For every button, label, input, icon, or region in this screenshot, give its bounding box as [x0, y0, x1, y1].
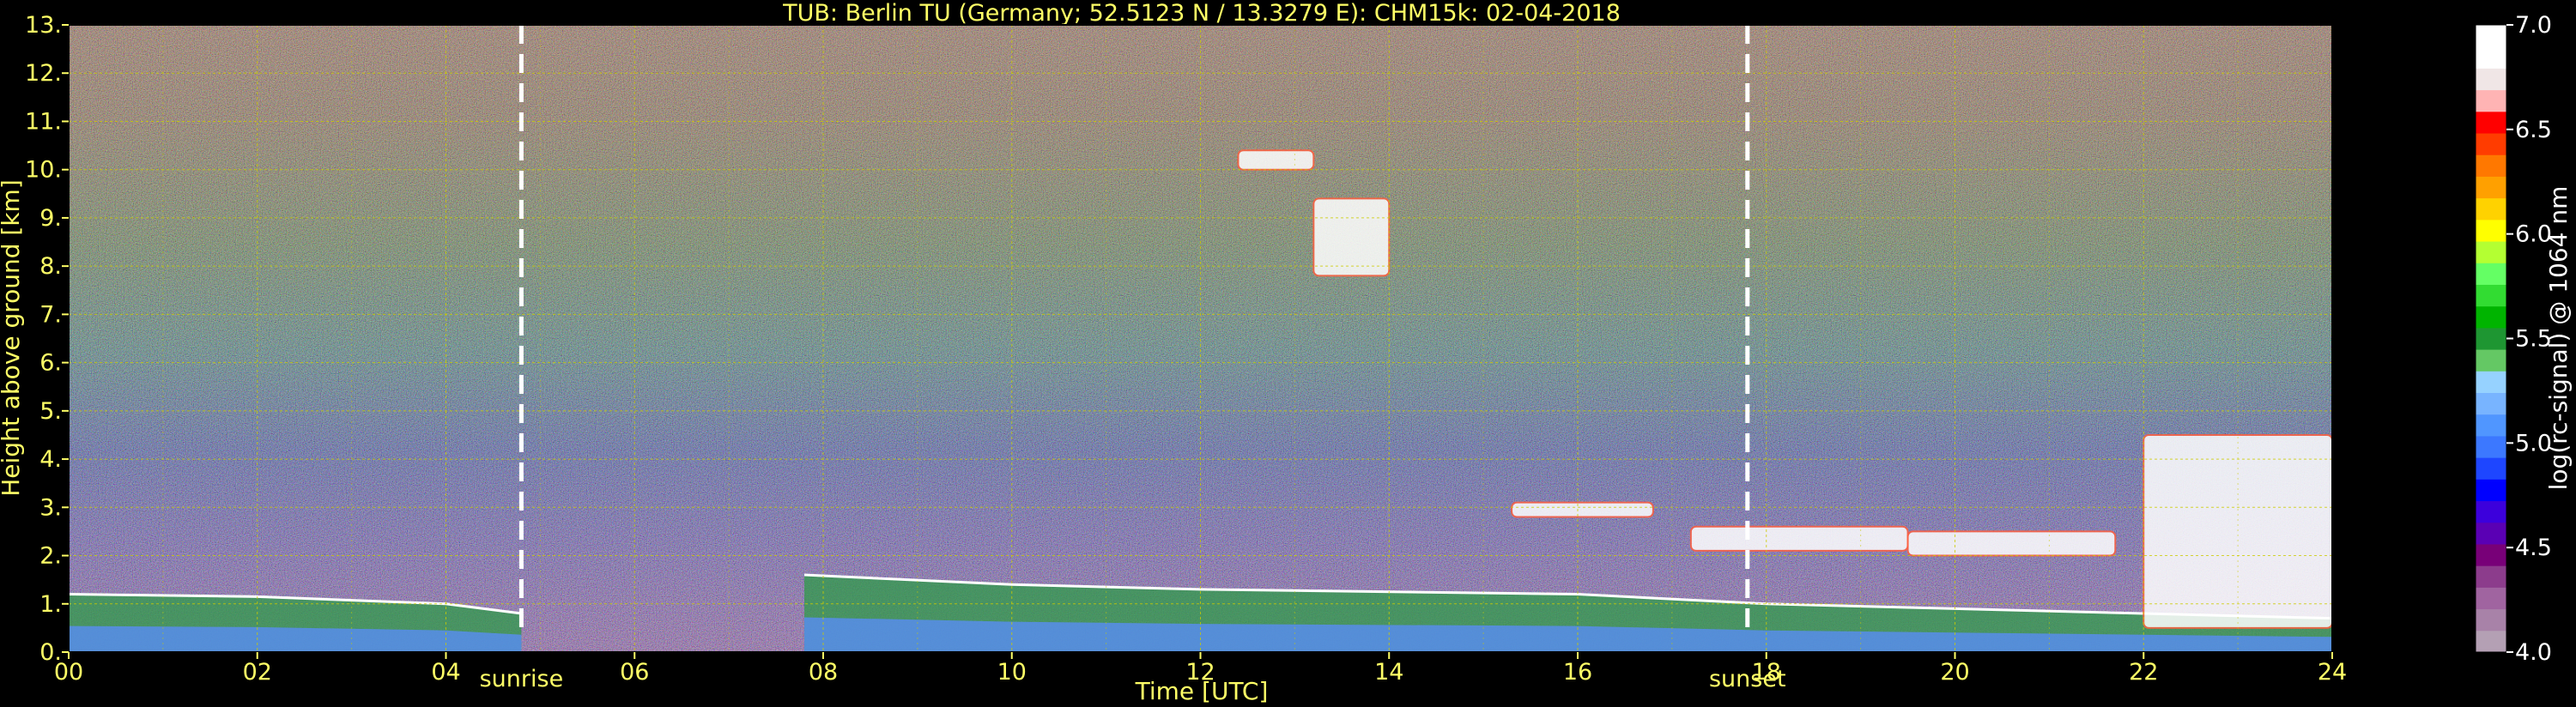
cloud-3 — [1312, 197, 1391, 277]
colorbar-title: log(rc-signal) @ 1064 nm — [2544, 186, 2573, 491]
cloud-2 — [1237, 149, 1315, 171]
colorbar-segment — [2476, 349, 2506, 372]
colorbar-segment — [2476, 435, 2506, 458]
colorbar — [2475, 24, 2507, 653]
colorbar-segment — [2476, 630, 2506, 653]
colorbar-segment — [2476, 89, 2506, 112]
colorbar-segment — [2476, 154, 2506, 177]
colorbar-segment — [2476, 327, 2506, 350]
colorbar-segment — [2476, 608, 2506, 631]
sunrise-label: sunrise — [480, 666, 564, 692]
colorbar-segment — [2476, 543, 2506, 566]
x-axis-title: Time [UTC] — [1135, 677, 1269, 705]
x-tick-label: 14 — [1374, 659, 1403, 686]
lidar-chart: TUB: Berlin TU (Germany; 52.5123 N / 13.… — [0, 0, 2573, 705]
x-tick-label: 18 — [1752, 659, 1781, 686]
colorbar-segment — [2476, 479, 2506, 502]
y-tick-label: 1. — [39, 591, 62, 618]
x-tick-label: 06 — [620, 659, 649, 686]
colorbar-segment — [2476, 219, 2506, 242]
colorbar-segment — [2476, 284, 2506, 307]
colorbar-tick-label: 4.5 — [2515, 535, 2552, 561]
colorbar-segment — [2476, 371, 2506, 394]
colorbar-segment — [2476, 587, 2506, 610]
colorbar-tick-label: 6.5 — [2515, 117, 2552, 143]
plot-area: sunrise sunset — [68, 24, 2333, 692]
y-tick-label: 11. — [25, 108, 62, 135]
colorbar-segment — [2476, 25, 2506, 47]
colorbar-tick-label: 4.0 — [2515, 639, 2552, 666]
colorbar-segment — [2476, 176, 2506, 199]
cloud-4 — [1511, 501, 1654, 518]
y-tick-label: 8. — [39, 253, 62, 280]
colorbar-segment — [2476, 457, 2506, 480]
y-tick-label: 10. — [25, 157, 62, 184]
colorbar-segment — [2476, 197, 2506, 221]
colorbar-segment — [2476, 68, 2506, 91]
colorbar-segment — [2476, 111, 2506, 134]
cloud-5 — [1689, 525, 1909, 552]
colorbar-segment — [2476, 414, 2506, 437]
colorbar-segment — [2476, 305, 2506, 329]
x-tick-label: 24 — [2318, 659, 2347, 686]
y-tick-label: 7. — [39, 301, 62, 328]
y-tick-label: 3. — [39, 494, 62, 521]
colorbar-segment — [2476, 565, 2506, 588]
x-tick-label: 20 — [1940, 659, 1969, 686]
x-tick-label: 22 — [2129, 659, 2158, 686]
y-axis-title: Height above ground [km] — [0, 179, 25, 497]
colorbar-segment — [2476, 522, 2506, 545]
x-tick-label: 16 — [1563, 659, 1592, 686]
y-tick-label: 2. — [39, 543, 62, 570]
y-tick-label: 9. — [39, 205, 62, 232]
colorbar-segment — [2476, 263, 2506, 285]
colorbar-segment — [2476, 392, 2506, 415]
y-tick-label: 12. — [25, 60, 62, 87]
chart-title: TUB: Berlin TU (Germany; 52.5123 N / 13.… — [782, 0, 1621, 27]
y-tick-label: 6. — [39, 350, 62, 377]
x-tick-label: 04 — [431, 659, 460, 686]
y-tick-label: 5. — [39, 398, 62, 425]
colorbar-segment — [2476, 46, 2506, 69]
x-tick-label: 00 — [54, 659, 83, 686]
x-tick-label: 10 — [997, 659, 1027, 686]
colorbar-segment — [2476, 133, 2506, 155]
x-tick-label: 02 — [243, 659, 272, 686]
colorbar-segment — [2476, 241, 2506, 263]
x-tick-label: 08 — [809, 659, 838, 686]
colorbar-tick-label: 7.0 — [2515, 12, 2552, 39]
y-tick-label: 4. — [39, 446, 62, 473]
colorbar-segment — [2476, 500, 2506, 523]
y-tick-label: 13. — [25, 12, 62, 39]
cloud-6 — [1906, 530, 2117, 557]
